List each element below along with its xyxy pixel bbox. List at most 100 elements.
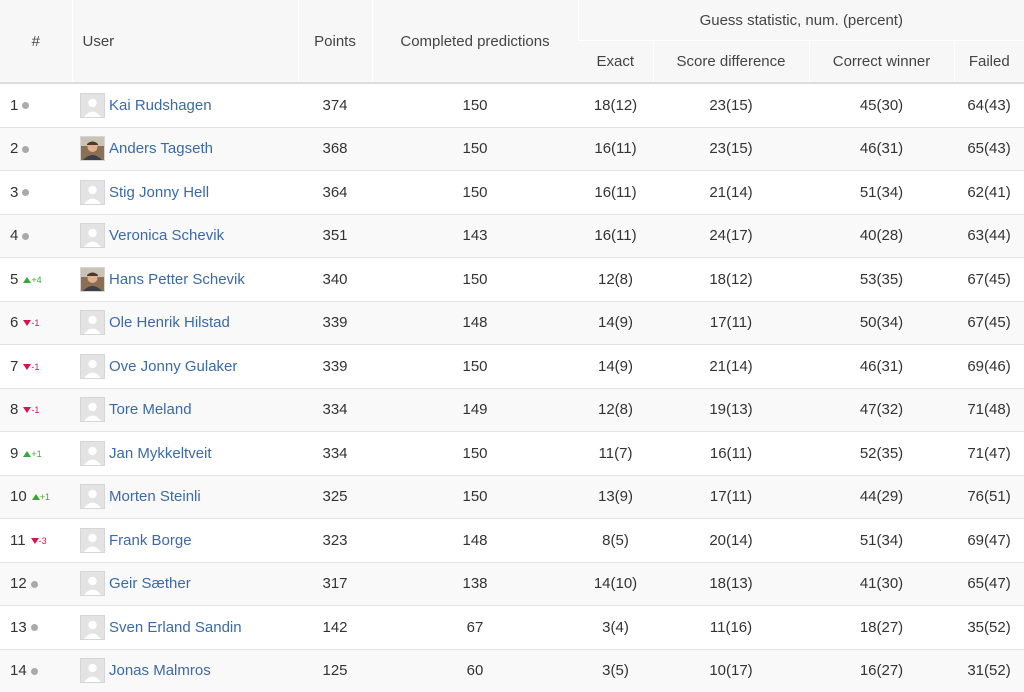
user-name-link[interactable]: Veronica Schevik xyxy=(109,227,224,244)
table-row: 7 -1 Ove Jonny Gulaker 339 150 14(9) 21(14) 46(… xyxy=(0,344,1024,388)
user-name-link[interactable]: Anders Tagseth xyxy=(109,140,213,157)
correct-winner-cell: 50(34) xyxy=(809,300,954,345)
completed-predictions-cell: 67 xyxy=(372,605,578,649)
rank-cell: 2 xyxy=(0,126,72,171)
user-photo-avatar xyxy=(80,266,105,292)
no-change-dot-icon xyxy=(22,102,30,110)
correct-winner-cell: 16(27) xyxy=(809,648,954,692)
user-cell: Anders Tagseth xyxy=(72,126,298,171)
user-name-link[interactable]: Tore Meland xyxy=(109,401,192,418)
exact-cell: 8(5) xyxy=(578,518,653,562)
user-placeholder-avatar-icon xyxy=(80,484,105,510)
user-photo-avatar xyxy=(80,136,105,162)
points-cell: 339 xyxy=(298,300,372,345)
rank-number: 10 xyxy=(10,488,27,506)
exact-cell: 18(12) xyxy=(578,83,653,127)
exact-cell: 16(11) xyxy=(578,126,653,171)
score-difference-header[interactable]: Score difference xyxy=(652,40,809,83)
user-header[interactable]: User xyxy=(71,0,298,83)
points-header[interactable]: Points xyxy=(297,0,372,83)
user-placeholder-avatar-icon xyxy=(80,658,105,684)
completed-predictions-cell: 150 xyxy=(372,474,578,519)
points-cell: 374 xyxy=(298,83,372,127)
table-row: 13 Sven Erland Sandin 142 67 3(4) 11(16) 18(27… xyxy=(0,605,1024,649)
failed-cell: 67(45) xyxy=(954,300,1024,345)
leaderboard-table: # User Points Completed predictions Gues… xyxy=(0,0,1024,692)
score-difference-cell: 24(17) xyxy=(653,213,809,258)
rank-number: 6 xyxy=(10,314,19,332)
rank-up-arrow-icon xyxy=(31,494,40,501)
rank-number: 7 xyxy=(10,357,19,375)
table-row: 3 Stig Jonny Hell 364 150 16(11) 21(14) 51(34)… xyxy=(0,170,1024,214)
user-cell: Hans Petter Schevik xyxy=(72,257,298,301)
completed-predictions-cell: 60 xyxy=(372,648,578,692)
score-difference-cell: 10(17) xyxy=(653,648,809,692)
failed-cell: 63(44) xyxy=(954,213,1024,258)
user-cell: Jonas Malmros xyxy=(72,648,298,692)
rank-header[interactable]: # xyxy=(0,0,72,83)
rank-cell: 14 xyxy=(0,648,72,692)
failed-cell: 69(47) xyxy=(954,518,1024,562)
user-name-link[interactable]: Sven Erland Sandin xyxy=(109,619,242,636)
user-cell: Stig Jonny Hell xyxy=(72,170,298,214)
exact-cell: 14(9) xyxy=(578,300,653,345)
completed-predictions-header[interactable]: Completed predictions xyxy=(371,0,578,83)
rank-number: 12 xyxy=(10,575,27,593)
guess-statistic-header: Guess statistic, num. (percent) xyxy=(577,0,1024,41)
rank-cell: 1 xyxy=(0,83,72,127)
points-cell: 364 xyxy=(298,170,372,214)
exact-cell: 12(8) xyxy=(578,257,653,301)
failed-header[interactable]: Failed xyxy=(953,40,1024,83)
rank-cell: 12 xyxy=(0,561,72,606)
failed-cell: 65(47) xyxy=(954,561,1024,606)
score-difference-cell: 18(13) xyxy=(653,561,809,606)
rank-cell: 9 +1 xyxy=(0,431,72,475)
user-name-link[interactable]: Stig Jonny Hell xyxy=(109,184,209,201)
user-name-link[interactable]: Ole Henrik Hilstad xyxy=(109,314,230,331)
correct-winner-cell: 45(30) xyxy=(809,83,954,127)
correct-winner-cell: 41(30) xyxy=(809,561,954,606)
score-difference-cell: 23(15) xyxy=(653,126,809,171)
rank-number: 3 xyxy=(10,183,19,201)
table-row: 1 Kai Rudshagen 374 150 18(12) 23(15) 45(30) 64… xyxy=(0,83,1024,127)
failed-cell: 31(52) xyxy=(954,648,1024,692)
user-name-link[interactable]: Geir Sæther xyxy=(109,575,191,592)
exact-cell: 12(8) xyxy=(578,387,653,432)
exact-cell: 3(4) xyxy=(578,605,653,649)
points-cell: 334 xyxy=(298,387,372,432)
completed-predictions-cell: 148 xyxy=(372,518,578,562)
failed-cell: 71(48) xyxy=(954,387,1024,432)
completed-predictions-cell: 150 xyxy=(372,431,578,475)
rank-cell: 13 xyxy=(0,605,72,649)
user-name-link[interactable]: Frank Borge xyxy=(109,532,192,549)
table-row: 8 -1 Tore Meland 334 149 12(8) 19(13) 47(32) 71(… xyxy=(0,387,1024,432)
user-name-link[interactable]: Morten Steinli xyxy=(109,488,201,505)
user-placeholder-avatar-icon xyxy=(80,397,105,423)
user-name-link[interactable]: Ove Jonny Gulaker xyxy=(109,358,237,375)
score-difference-cell: 11(16) xyxy=(653,605,809,649)
no-change-dot-icon xyxy=(30,580,38,588)
user-name-link[interactable]: Jonas Malmros xyxy=(109,662,211,679)
user-name-link[interactable]: Jan Mykkeltveit xyxy=(109,445,212,462)
user-placeholder-avatar-icon xyxy=(80,614,105,640)
failed-cell: 69(46) xyxy=(954,344,1024,388)
score-difference-cell: 21(14) xyxy=(653,344,809,388)
rank-change: +4 xyxy=(31,274,42,285)
score-difference-cell: 16(11) xyxy=(653,431,809,475)
rank-change: -1 xyxy=(31,405,40,416)
points-cell: 325 xyxy=(298,474,372,519)
correct-winner-cell: 53(35) xyxy=(809,257,954,301)
user-name-link[interactable]: Kai Rudshagen xyxy=(109,97,212,114)
correct-winner-cell: 46(31) xyxy=(809,344,954,388)
completed-predictions-cell: 150 xyxy=(372,344,578,388)
exact-cell: 14(10) xyxy=(578,561,653,606)
table-row: 9 +1 Jan Mykkeltveit 334 150 11(7) 16(11) 52(35… xyxy=(0,431,1024,475)
failed-cell: 76(51) xyxy=(954,474,1024,519)
failed-cell: 62(41) xyxy=(954,170,1024,214)
exact-header[interactable]: Exact xyxy=(578,40,653,83)
rank-cell: 5 +4 xyxy=(0,257,72,301)
user-name-link[interactable]: Hans Petter Schevik xyxy=(109,271,245,288)
points-cell: 334 xyxy=(298,431,372,475)
score-difference-cell: 17(11) xyxy=(653,474,809,519)
correct-winner-header[interactable]: Correct winner xyxy=(808,40,954,83)
